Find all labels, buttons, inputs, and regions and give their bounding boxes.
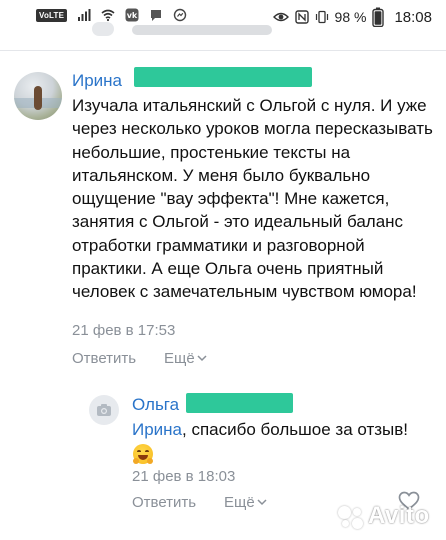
avatar-figure	[34, 86, 42, 110]
vk-icon: vk	[125, 8, 139, 22]
more-label: Ещё	[224, 494, 255, 511]
faded-comment-input	[80, 22, 380, 42]
camera-icon	[97, 404, 111, 416]
comment-text: Изучала итальянский с Ольгой с нуля. И у…	[72, 96, 433, 302]
more-button[interactable]: Ещё	[224, 494, 267, 511]
volte-icon: VoLTE	[36, 8, 68, 22]
svg-text:vk: vk	[127, 11, 138, 20]
comment-text: Ирина, спасибо большое за отзыв!	[132, 418, 408, 441]
wifi-icon	[101, 9, 115, 22]
divider	[0, 50, 446, 51]
more-label: Ещё	[164, 350, 195, 367]
comment-author[interactable]: Ирина	[72, 71, 122, 91]
status-bar-left: VoLTE vk	[36, 8, 187, 22]
comment-text-body: , спасибо большое за отзыв!	[182, 420, 409, 439]
redaction-mark	[186, 393, 293, 413]
avito-wordmark: Avito	[368, 502, 430, 529]
comment-timestamp[interactable]: 21 фев в 18:03	[132, 468, 235, 485]
comment-timestamp[interactable]: 21 фев в 17:53	[72, 322, 175, 339]
status-time: 18:08	[394, 8, 432, 26]
hugging-face-emoji-icon	[133, 444, 153, 464]
avito-logo-icon	[336, 504, 366, 530]
comment-author[interactable]: Ольга	[132, 395, 179, 415]
avatar[interactable]	[14, 72, 62, 120]
comment-bubble-icon	[92, 22, 114, 36]
chevron-down-icon	[197, 355, 207, 362]
reply-button[interactable]: Ответить	[72, 350, 136, 367]
mention-link[interactable]: Ирина	[132, 420, 182, 439]
chevron-down-icon	[257, 499, 267, 506]
more-button[interactable]: Ещё	[164, 350, 207, 367]
avito-watermark: Avito	[336, 500, 442, 534]
signal-icon	[78, 9, 91, 21]
vk-messenger-icon	[151, 10, 162, 21]
messenger-icon	[173, 8, 187, 22]
faded-placeholder-bar	[132, 25, 272, 35]
avatar[interactable]	[89, 395, 119, 425]
redaction-mark	[134, 67, 312, 87]
reply-button[interactable]: Ответить	[132, 494, 196, 511]
screen: VoLTE vk 98 % 18:08 Ирина Изучала италья…	[0, 0, 446, 540]
